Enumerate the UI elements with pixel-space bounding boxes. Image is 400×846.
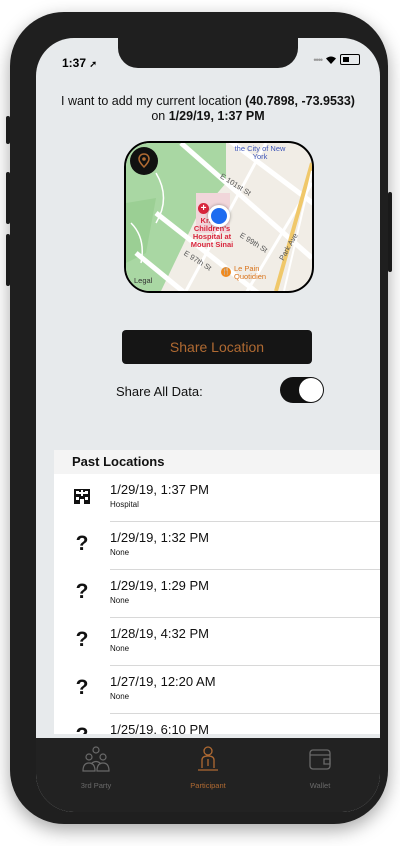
location-date: 1/28/19, 4:32 PM [110,626,210,641]
screen: 1:37 ➚ •••• I want to add my current loc… [36,38,380,812]
map-pin-icon [138,153,150,169]
list-item[interactable]: ? 1/25/19, 6:10 PM [54,714,380,734]
prompt-datetime: 1/29/19, 1:37 PM [168,109,265,123]
location-date: 1/29/19, 1:29 PM [110,578,210,593]
location-place: Hospital [110,500,139,509]
location-place: None [110,548,130,557]
status-time-text: 1:37 [62,56,87,70]
question-icon: ? [75,676,89,699]
location-map[interactable]: the City of New York E 101st St + Kravis… [124,141,314,293]
tab-bar: 3rd Party Participant Wallet [36,738,380,812]
tab-wallet[interactable]: Wallet [280,746,360,790]
tab-3rd-party-label: 3rd Party [80,781,112,790]
location-pin-button[interactable] [130,147,158,175]
tab-participant[interactable]: Participant [168,746,248,790]
restaurant-marker-icon: 🍴 [221,267,231,277]
location-date: 1/29/19, 1:37 PM [110,482,210,497]
wallet-icon [309,749,331,770]
location-place: None [110,644,130,653]
prompt-text-on: on [151,109,169,123]
location-date: 1/29/19, 1:32 PM [110,530,210,545]
notch [118,38,298,68]
share-all-data-label: Share All Data: [116,384,203,399]
mute-switch [6,116,10,144]
past-locations-list[interactable]: 1/29/19, 1:37 PM Hospital ? 1/29/19, 1:3… [54,474,380,734]
status-indicators: •••• [313,54,360,65]
list-item[interactable]: 1/29/19, 1:37 PM Hospital [54,474,380,522]
signal-icon: •••• [313,54,323,65]
power-button [388,192,392,272]
question-icon: ? [75,532,89,555]
toggle-knob [299,378,323,402]
volume-up-button [6,172,10,224]
share-all-data-toggle[interactable] [280,377,324,403]
tab-wallet-label: Wallet [309,781,331,790]
location-place: None [110,596,130,605]
location-date: 1/27/19, 12:20 AM [110,674,216,689]
map-label-restaurant: Le Pain Quotidien [234,264,267,281]
list-item[interactable]: ? 1/29/19, 1:29 PM None [54,570,380,618]
phone-frame: 1:37 ➚ •••• I want to add my current loc… [6,12,392,824]
map-label-legal: Legal [134,276,153,285]
prompt-coordinates: (40.7898, -73.9533) [245,94,355,108]
list-item[interactable]: ? 1/27/19, 12:20 AM None [54,666,380,714]
list-item[interactable]: ? 1/29/19, 1:32 PM None [54,522,380,570]
map-label-city: the City of New York [234,144,286,161]
current-location-dot [208,205,230,227]
volume-down-button [6,234,10,286]
wifi-icon [326,56,336,64]
battery-icon [340,54,360,65]
question-icon: ? [72,724,92,734]
share-location-button[interactable]: Share Location [122,330,312,364]
list-item[interactable]: ? 1/28/19, 4:32 PM None [54,618,380,666]
question-icon: ? [75,580,89,603]
past-locations-title: Past Locations [54,450,380,474]
status-time: 1:37 ➚ [62,56,97,70]
tab-participant-label: Participant [190,781,226,790]
location-place: None [110,692,130,701]
location-arrow-icon: ➚ [89,59,97,69]
people-icon [82,746,110,772]
location-date: 1/25/19, 6:10 PM [110,722,210,734]
person-icon [198,746,218,771]
hospital-icon [72,484,92,508]
question-icon: ? [75,628,89,651]
location-prompt: I want to add my current location (40.78… [56,94,360,124]
tab-3rd-party[interactable]: 3rd Party [56,746,136,790]
prompt-text: I want to add my current location [61,94,246,108]
